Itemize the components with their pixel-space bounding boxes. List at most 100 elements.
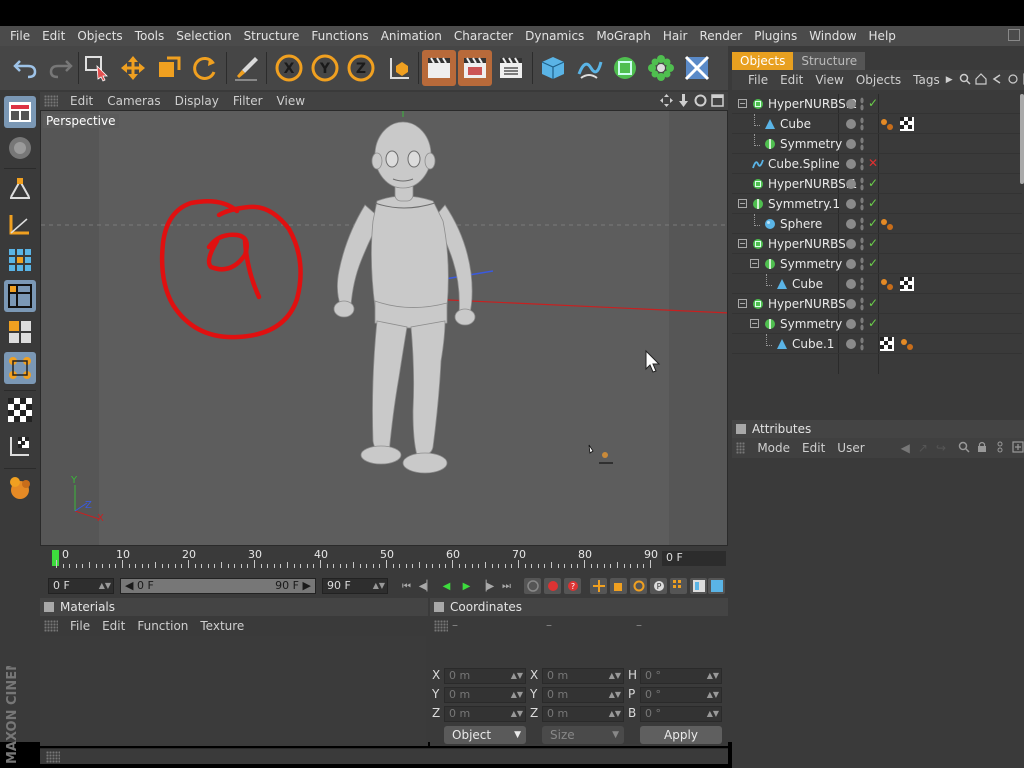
back-arrow-icon[interactable]: ◀ — [901, 441, 910, 455]
edges-mode-icon[interactable] — [4, 208, 36, 240]
panel-grip[interactable] — [44, 620, 58, 632]
menu-selection[interactable]: Selection — [170, 29, 237, 43]
parameter-key-icon[interactable]: P — [650, 578, 667, 594]
object-row[interactable]: − HyperNURBS ✓ — [732, 234, 1022, 254]
coordinate-mode-select[interactable]: Object ▼ — [444, 726, 526, 744]
visibility-dots-icon[interactable] — [860, 177, 864, 191]
materials-area[interactable] — [40, 636, 426, 744]
panel-toggle-icon[interactable] — [736, 424, 746, 434]
expand-toggle-icon[interactable]: − — [750, 319, 759, 328]
objects-menu-tags[interactable]: Tags — [907, 73, 946, 87]
apply-button[interactable]: Apply — [640, 726, 722, 744]
array-icon[interactable] — [644, 50, 678, 86]
object-row[interactable]: − Symmetry.1 ✓ — [732, 194, 1022, 214]
spline-pen-icon[interactable] — [572, 50, 606, 86]
object-name[interactable]: Cube — [780, 117, 811, 131]
layer-dot-icon[interactable] — [846, 219, 856, 229]
spinner-icon[interactable]: ▲▼ — [707, 688, 719, 702]
go-to-start-icon[interactable]: ⏮ — [398, 578, 415, 594]
tag-icon[interactable] — [880, 217, 894, 234]
object-name[interactable]: Cube.1 — [792, 337, 834, 351]
scale-key-icon[interactable] — [610, 578, 627, 594]
tab-objects[interactable]: Objects — [732, 52, 794, 70]
object-tool-icon[interactable] — [4, 132, 36, 164]
visibility-dots-icon[interactable] — [860, 157, 864, 171]
enabled-check-icon[interactable]: ✓ — [868, 296, 878, 310]
pos-z-field[interactable]: 0 m ▲▼ — [444, 706, 526, 722]
menu-file[interactable]: File — [4, 29, 36, 43]
polygons-mode-icon[interactable] — [4, 244, 36, 276]
tag-icon[interactable] — [900, 337, 914, 354]
layer-dot-icon[interactable] — [846, 159, 856, 169]
size-mode-select[interactable]: Size ▼ — [542, 726, 624, 744]
animation-icon[interactable] — [4, 472, 36, 504]
axis-mode-icon[interactable] — [4, 352, 36, 384]
viewport-menu-cameras[interactable]: Cameras — [101, 94, 168, 108]
viewport-move-icon[interactable] — [660, 94, 673, 107]
menu-functions[interactable]: Functions — [305, 29, 374, 43]
object-row[interactable]: − Symmetry ✓ — [732, 254, 1022, 274]
attributes-menu-mode[interactable]: Mode — [751, 441, 796, 455]
layer-dot-icon[interactable] — [846, 119, 856, 129]
object-name[interactable]: HyperNURBS — [768, 237, 846, 251]
range-right-arrow-icon[interactable]: ▶ — [303, 579, 311, 593]
position-key-icon[interactable] — [590, 578, 607, 594]
layer-dot-icon[interactable] — [846, 339, 856, 349]
render-to-picture-viewer-icon[interactable] — [458, 50, 492, 86]
live-selection-icon[interactable] — [80, 50, 114, 86]
keyframe-selection-icon[interactable]: ? — [564, 578, 581, 594]
expand-toggle-icon[interactable]: − — [738, 199, 747, 208]
object-name[interactable]: Symmetry.1 — [768, 197, 840, 211]
tag-icon[interactable] — [880, 277, 894, 294]
z-axis-lock-icon[interactable]: Z — [344, 50, 378, 86]
enabled-check-icon[interactable]: ✓ — [868, 96, 878, 110]
panel-toggle-icon[interactable] — [44, 602, 54, 612]
size-y-field[interactable]: 0 m ▲▼ — [542, 687, 624, 703]
viewport-menu-edit[interactable]: Edit — [64, 94, 101, 108]
visibility-dots-icon[interactable] — [860, 117, 864, 131]
enabled-check-icon[interactable]: ✓ — [868, 316, 878, 330]
object-row[interactable]: − Symmetry ✓ — [732, 314, 1022, 334]
spinner-icon[interactable]: ▲▼ — [511, 688, 523, 702]
visibility-dots-icon[interactable] — [860, 97, 864, 111]
object-name[interactable]: HyperNURBS.1 — [768, 177, 857, 191]
menu-more-arrow-icon[interactable]: ▶ — [946, 75, 953, 85]
menu-mograph[interactable]: MoGraph — [590, 29, 657, 43]
menu-objects[interactable]: Objects — [71, 29, 128, 43]
layer-dot-icon[interactable] — [846, 279, 856, 289]
spinner-icon[interactable]: ▲▼ — [609, 669, 621, 683]
size-x-field[interactable]: 0 m ▲▼ — [542, 668, 624, 684]
object-row[interactable]: Symmetry — [732, 134, 1022, 154]
visibility-dots-icon[interactable] — [860, 277, 864, 291]
viewport-layout-icon[interactable] — [4, 96, 36, 128]
up-arrow-icon[interactable]: ↗ — [918, 441, 928, 455]
object-name[interactable]: HyperNURBS — [768, 297, 846, 311]
materials-menu-function[interactable]: Function — [131, 619, 194, 633]
visibility-dots-icon[interactable] — [860, 317, 864, 331]
rot-p-field[interactable]: 0 ° ▲▼ — [640, 687, 722, 703]
viewport-menu-view[interactable]: View — [271, 94, 313, 108]
deformer-icon[interactable] — [680, 50, 714, 86]
visibility-dots-icon[interactable] — [860, 237, 864, 251]
panel-toggle-icon[interactable] — [434, 602, 444, 612]
menu-tools[interactable]: Tools — [129, 29, 171, 43]
object-row[interactable]: HyperNURBS.1 ✓ — [732, 174, 1022, 194]
visibility-dots-icon[interactable] — [860, 257, 864, 271]
menu-render[interactable]: Render — [693, 29, 748, 43]
rot-h-field[interactable]: 0 ° ▲▼ — [640, 668, 722, 684]
panel-grip[interactable] — [434, 620, 448, 632]
menu-dynamics[interactable]: Dynamics — [519, 29, 590, 43]
menu-help[interactable]: Help — [863, 29, 902, 43]
link-icon[interactable] — [1007, 73, 1019, 88]
object-row[interactable]: Cube — [732, 274, 1022, 294]
panel-grip[interactable] — [46, 751, 60, 763]
enabled-check-icon[interactable]: ✓ — [868, 196, 878, 210]
play-forward-icon[interactable]: ▶ — [458, 578, 475, 594]
brush-icon[interactable] — [230, 50, 264, 86]
cube-primitive-icon[interactable] — [536, 50, 570, 86]
layer-dot-icon[interactable] — [846, 319, 856, 329]
texture-mode-icon[interactable] — [4, 316, 36, 348]
search-icon[interactable] — [959, 73, 971, 88]
autokey-icon[interactable] — [544, 578, 561, 594]
spinner-icon[interactable]: ▲▼ — [609, 707, 621, 721]
